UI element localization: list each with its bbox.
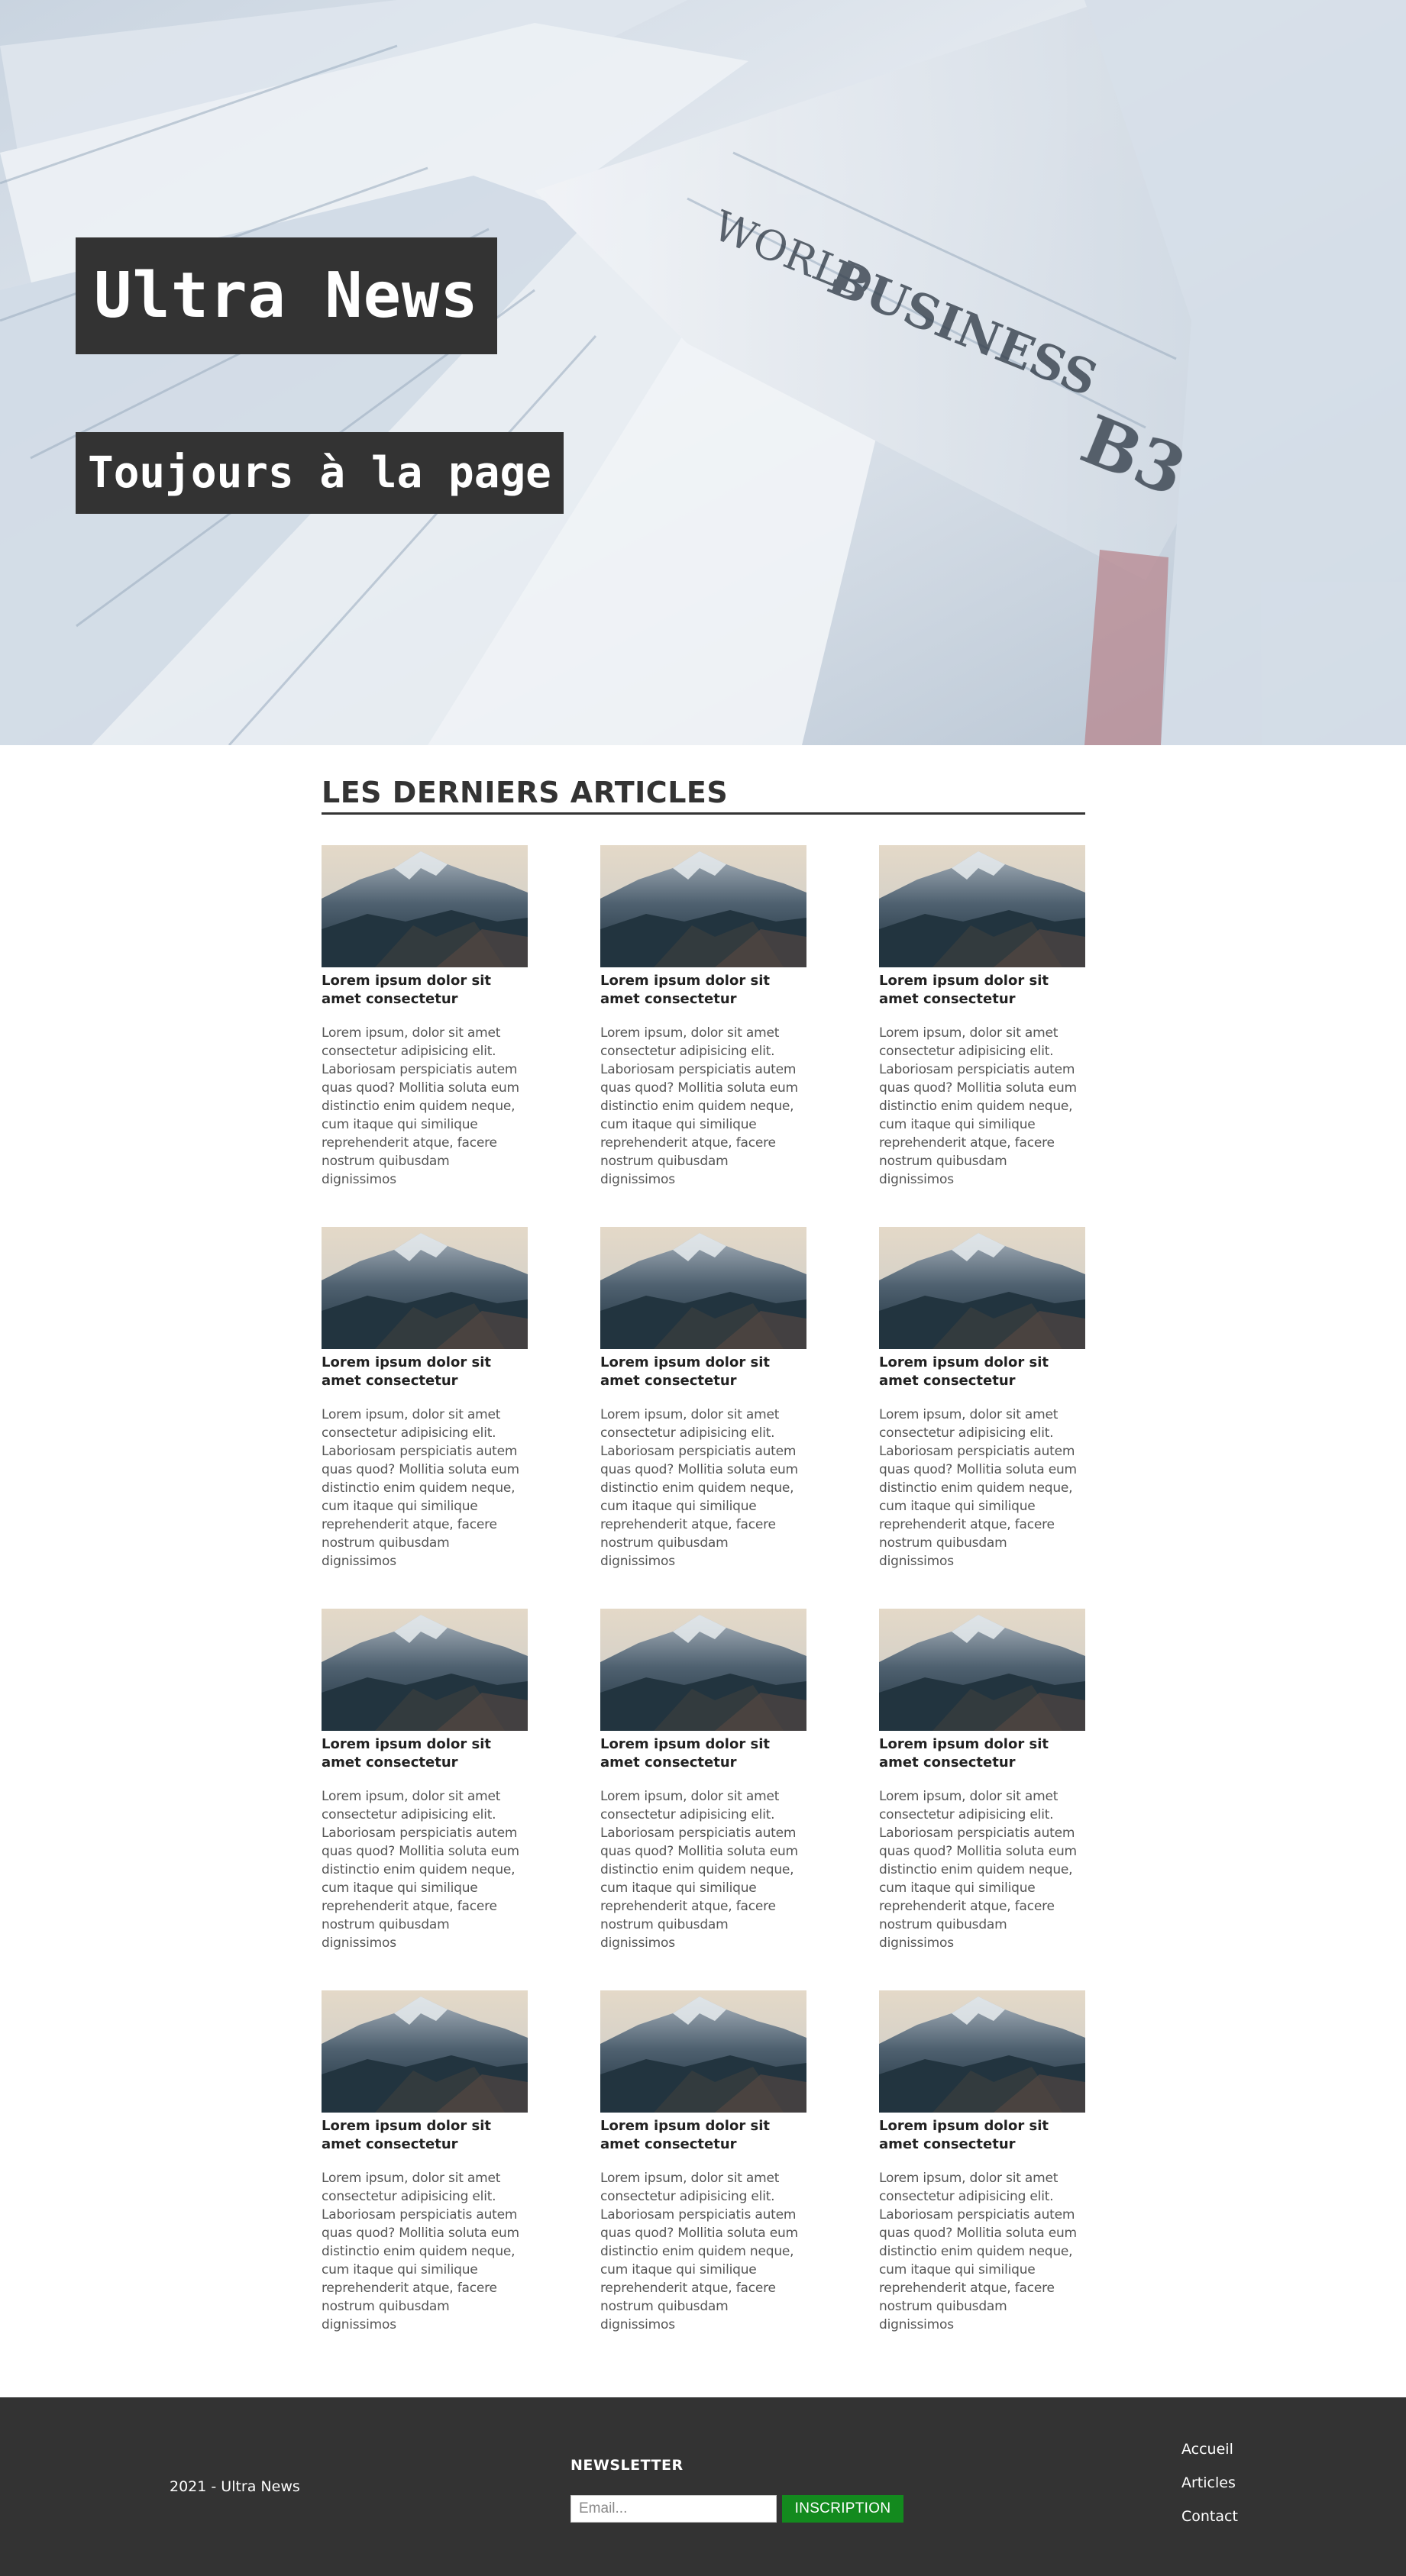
article-thumbnail-image[interactable] [879, 1609, 1085, 1731]
article-title[interactable]: Lorem ipsum dolor sit amet consectetur [879, 1354, 1085, 1390]
article-thumbnail-image[interactable] [879, 845, 1085, 967]
article-excerpt: Lorem ipsum, dolor sit amet consectetur … [600, 1789, 798, 1951]
article-excerpt: Lorem ipsum, dolor sit amet consectetur … [879, 1789, 1077, 1951]
article-excerpt: Lorem ipsum, dolor sit amet consectetur … [322, 2171, 519, 2332]
hero-banner: WORLD BUSINESS B3 Ultra News Toujours à … [0, 0, 1406, 745]
article-card[interactable]: Lorem ipsum dolor sit amet consectetur L… [879, 1227, 1085, 1570]
article-card[interactable]: Lorem ipsum dolor sit amet consectetur L… [600, 845, 806, 1189]
article-title[interactable]: Lorem ipsum dolor sit amet consectetur [322, 1735, 528, 1772]
article-card[interactable]: Lorem ipsum dolor sit amet consectetur L… [600, 1227, 806, 1570]
article-title[interactable]: Lorem ipsum dolor sit amet consectetur [322, 2117, 528, 2154]
article-excerpt: Lorem ipsum, dolor sit amet consectetur … [879, 1407, 1077, 1569]
article-thumbnail-image[interactable] [600, 1609, 806, 1731]
article-card[interactable]: Lorem ipsum dolor sit amet consectetur L… [879, 845, 1085, 1189]
mountain-photo [879, 845, 1085, 967]
mountain-photo [600, 1609, 806, 1731]
article-excerpt: Lorem ipsum, dolor sit amet consectetur … [322, 1789, 519, 1951]
hero-subtitle-box: Toujours à la page [76, 432, 564, 514]
mountain-photo [879, 1227, 1085, 1349]
section-title: LES DERNIERS ARTICLES [322, 776, 729, 809]
article-card[interactable]: Lorem ipsum dolor sit amet consectetur L… [879, 1609, 1085, 1952]
article-thumbnail-image[interactable] [600, 1227, 806, 1349]
article-title[interactable]: Lorem ipsum dolor sit amet consectetur [600, 1354, 806, 1390]
site-footer: 2021 - Ultra News NEWSLETTER INSCRIPTION… [0, 2397, 1406, 2576]
article-title[interactable]: Lorem ipsum dolor sit amet consectetur [322, 1354, 528, 1390]
footer-nav: Accueil Articles Contact [1181, 2440, 1238, 2526]
article-thumbnail-image[interactable] [600, 845, 806, 967]
article-title[interactable]: Lorem ipsum dolor sit amet consectetur [879, 1735, 1085, 1772]
mountain-photo [600, 1990, 806, 2113]
article-thumbnail-image[interactable] [879, 1990, 1085, 2113]
article-card[interactable]: Lorem ipsum dolor sit amet consectetur L… [600, 1609, 806, 1952]
footer-link-articles[interactable]: Articles [1181, 2474, 1238, 2493]
article-card[interactable]: Lorem ipsum dolor sit amet consectetur L… [322, 1990, 528, 2334]
mountain-photo [600, 845, 806, 967]
mountain-photo [322, 1990, 528, 2113]
article-thumbnail-image[interactable] [322, 1609, 528, 1731]
article-title[interactable]: Lorem ipsum dolor sit amet consectetur [600, 1735, 806, 1772]
article-excerpt: Lorem ipsum, dolor sit amet consectetur … [879, 1025, 1077, 1187]
article-title[interactable]: Lorem ipsum dolor sit amet consectetur [879, 972, 1085, 1009]
article-excerpt: Lorem ipsum, dolor sit amet consectetur … [322, 1407, 519, 1569]
article-title[interactable]: Lorem ipsum dolor sit amet consectetur [600, 2117, 806, 2154]
site-title: Ultra News [94, 260, 479, 332]
article-thumbnail-image[interactable] [322, 845, 528, 967]
footer-link-contact[interactable]: Contact [1181, 2507, 1238, 2526]
article-thumbnail-image[interactable] [322, 1227, 528, 1349]
article-thumbnail-image[interactable] [600, 1990, 806, 2113]
article-card[interactable]: Lorem ipsum dolor sit amet consectetur L… [600, 1990, 806, 2334]
article-card[interactable]: Lorem ipsum dolor sit amet consectetur L… [322, 1609, 528, 1952]
mountain-photo [879, 1609, 1085, 1731]
article-card[interactable]: Lorem ipsum dolor sit amet consectetur L… [879, 1990, 1085, 2334]
mountain-photo [322, 845, 528, 967]
article-title[interactable]: Lorem ipsum dolor sit amet consectetur [879, 2117, 1085, 2154]
newsletter-email-input[interactable] [570, 2495, 777, 2523]
newsletter-heading: NEWSLETTER [570, 2457, 684, 2474]
article-card[interactable]: Lorem ipsum dolor sit amet consectetur L… [322, 1227, 528, 1570]
article-card[interactable]: Lorem ipsum dolor sit amet consectetur L… [322, 845, 528, 1189]
articles-section: LES DERNIERS ARTICLES Lorem ipsum dolor … [322, 745, 1085, 2334]
site-tagline: Toujours à la page [88, 448, 551, 498]
article-thumbnail-image[interactable] [322, 1990, 528, 2113]
article-title[interactable]: Lorem ipsum dolor sit amet consectetur [600, 972, 806, 1009]
article-excerpt: Lorem ipsum, dolor sit amet consectetur … [879, 2171, 1077, 2332]
footer-link-accueil[interactable]: Accueil [1181, 2440, 1238, 2459]
article-thumbnail-image[interactable] [879, 1227, 1085, 1349]
article-excerpt: Lorem ipsum, dolor sit amet consectetur … [322, 1025, 519, 1187]
article-excerpt: Lorem ipsum, dolor sit amet consectetur … [600, 1407, 798, 1569]
mountain-photo [879, 1990, 1085, 2113]
newspaper-background-image: WORLD BUSINESS B3 [0, 0, 1406, 745]
articles-grid: Lorem ipsum dolor sit amet consectetur L… [322, 845, 1085, 2334]
article-excerpt: Lorem ipsum, dolor sit amet consectetur … [600, 2171, 798, 2332]
copyright-text: 2021 - Ultra News [170, 2478, 300, 2495]
newsletter-subscribe-button[interactable]: INSCRIPTION [782, 2495, 903, 2523]
mountain-photo [322, 1609, 528, 1731]
article-title[interactable]: Lorem ipsum dolor sit amet consectetur [322, 972, 528, 1009]
hero-title-box: Ultra News [76, 237, 497, 354]
mountain-photo [322, 1227, 528, 1349]
mountain-photo [600, 1227, 806, 1349]
section-divider [322, 812, 1085, 815]
article-excerpt: Lorem ipsum, dolor sit amet consectetur … [600, 1025, 798, 1187]
